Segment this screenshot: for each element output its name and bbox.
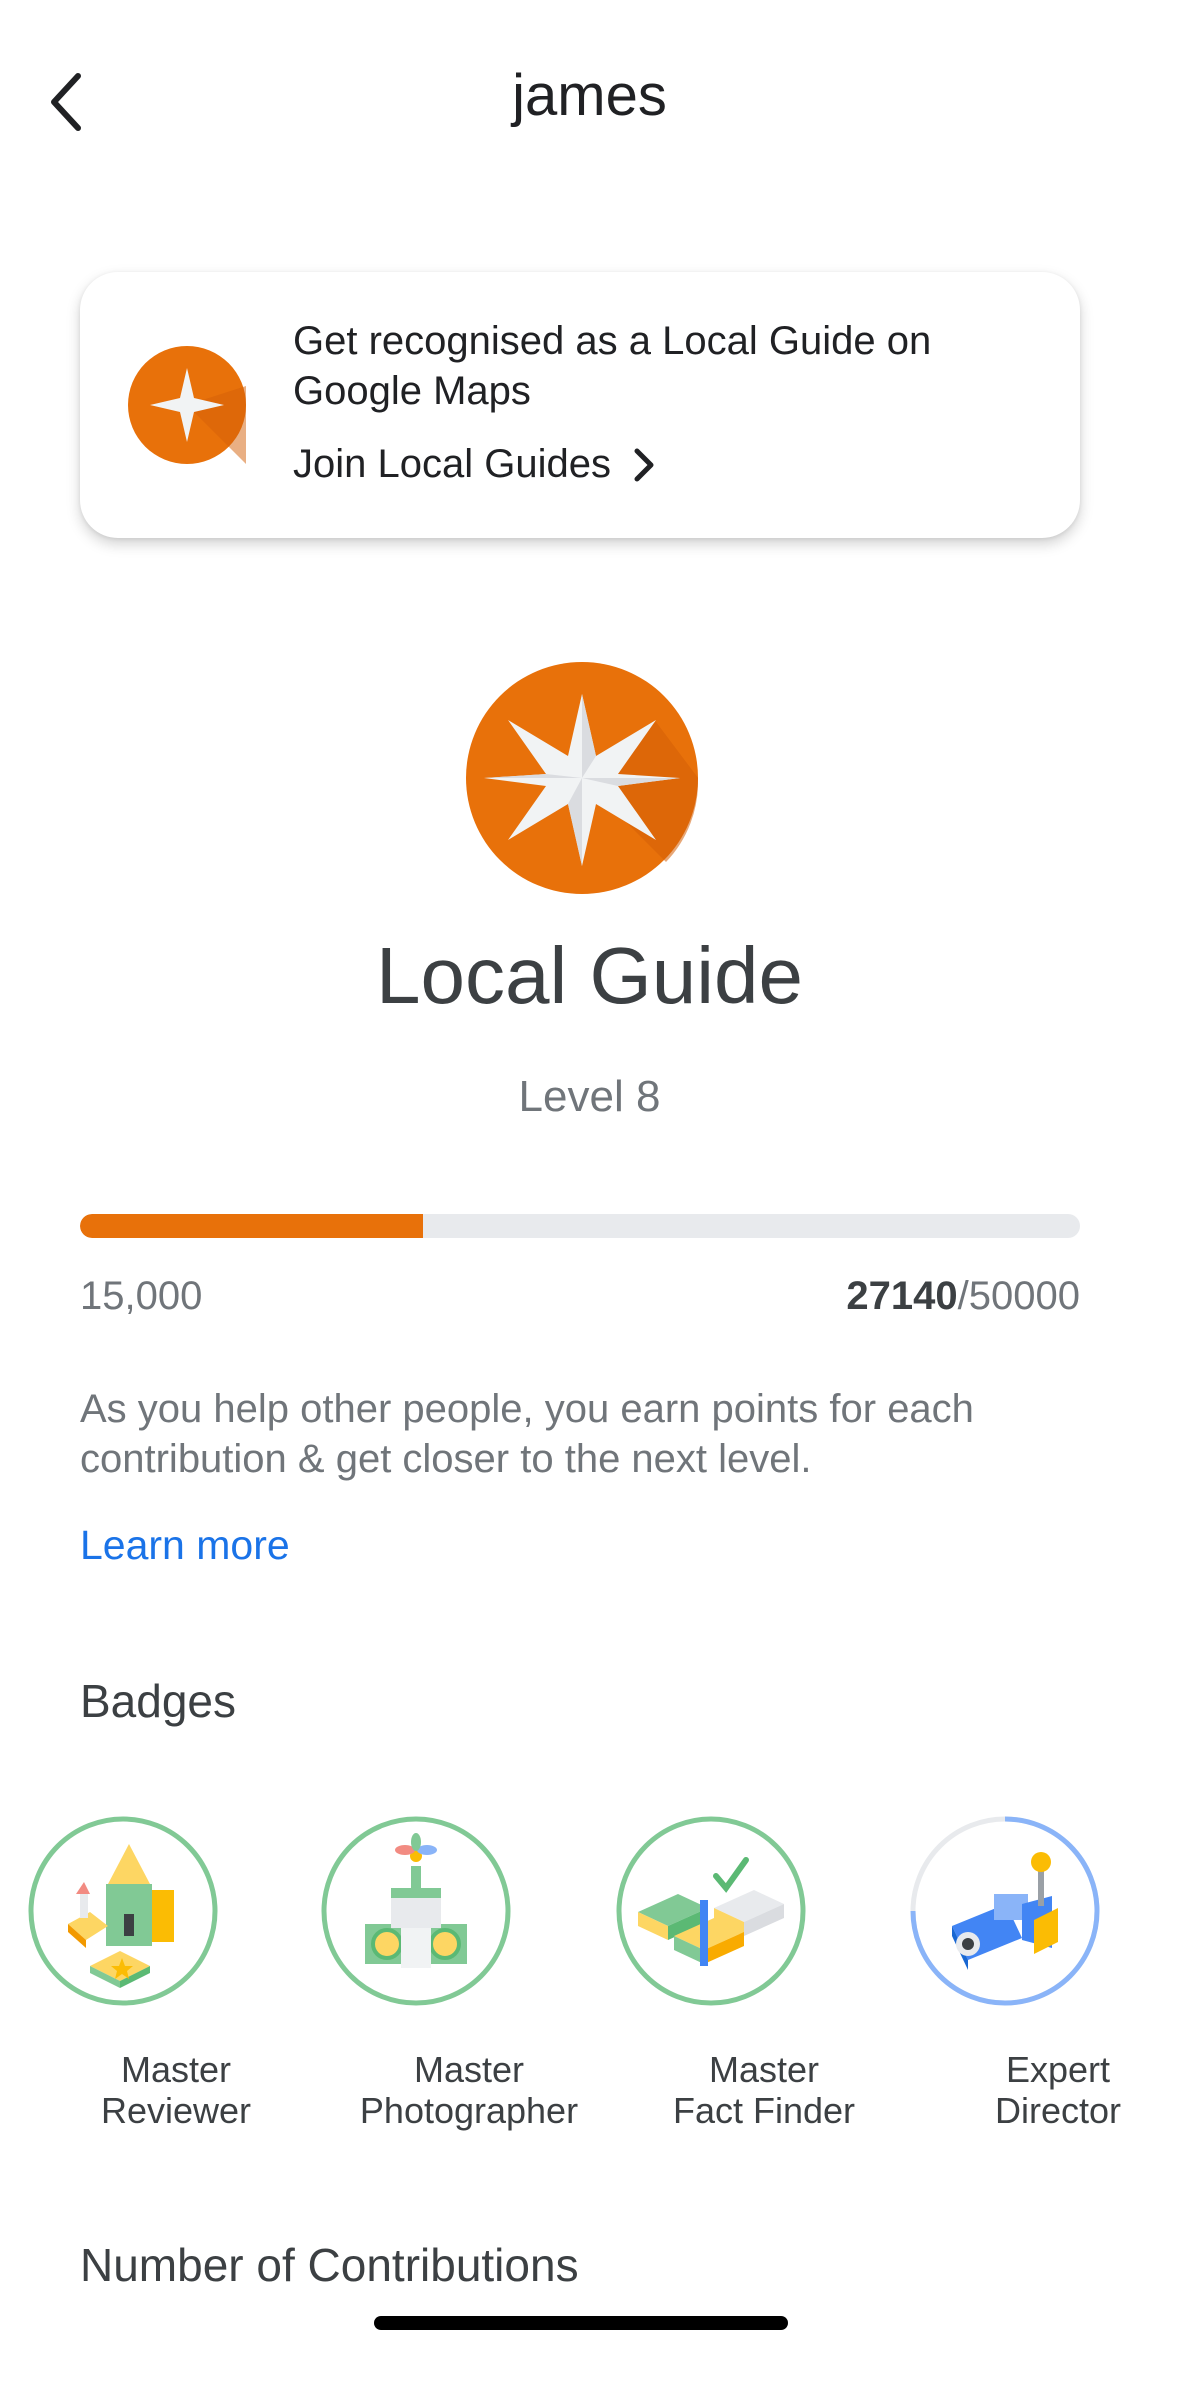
page-title: james bbox=[512, 63, 667, 128]
badge-label: Master Fact Finder bbox=[616, 2049, 912, 2131]
badge-label-line1: Master bbox=[120, 2049, 232, 2090]
badge-label-line1: Master bbox=[413, 2049, 525, 2090]
badge-expert-director[interactable]: Expert Director bbox=[910, 1816, 1179, 2131]
points-value: 27140 bbox=[846, 1274, 958, 1318]
guide-title: Local Guide bbox=[376, 931, 803, 1020]
master-photographer-icon bbox=[321, 1816, 511, 2006]
points-info-text: As you help other people, you earn point… bbox=[80, 1387, 974, 1481]
badge-label-line2: Fact Finder bbox=[672, 2090, 856, 2131]
contributions-section-title: Number of Contributions bbox=[80, 2239, 579, 2291]
badge-label-line2: Director bbox=[994, 2090, 1122, 2131]
guide-level: Level 8 bbox=[518, 1072, 661, 1121]
badges-section-title: Badges bbox=[80, 1675, 237, 1727]
next-level-points: /50000 bbox=[957, 1274, 1080, 1318]
join-local-guides-link[interactable]: Join Local Guides bbox=[293, 442, 655, 487]
badge-label: Expert Director bbox=[910, 2049, 1179, 2131]
local-guide-star-icon bbox=[128, 346, 246, 464]
badge-label-line2: Photographer bbox=[359, 2090, 579, 2131]
level-progress-bar bbox=[80, 1214, 1080, 1238]
points-progress-text: 27140/50000 bbox=[846, 1274, 1080, 1319]
join-local-guides-label: Join Local Guides bbox=[293, 442, 611, 486]
badge-label: Master Reviewer bbox=[28, 2049, 324, 2131]
level-progress-fill bbox=[80, 1214, 423, 1238]
master-fact-finder-icon bbox=[616, 1816, 806, 2006]
badge-master-photographer[interactable]: Master Photographer bbox=[321, 1816, 617, 2131]
badge-label-line2: Reviewer bbox=[100, 2090, 252, 2131]
current-level-points: 15,000 bbox=[80, 1274, 203, 1318]
master-reviewer-icon bbox=[28, 1816, 218, 2006]
badge-label-line1: Expert bbox=[1005, 2049, 1111, 2090]
home-indicator[interactable] bbox=[374, 2316, 788, 2330]
top-bar: james bbox=[0, 0, 1179, 200]
promo-text: Get recognised as a Local Guide on Googl… bbox=[293, 319, 932, 413]
badge-label-line1: Master bbox=[708, 2049, 820, 2090]
badge-master-reviewer[interactable]: Master Reviewer bbox=[28, 1816, 324, 2131]
learn-more-link[interactable]: Learn more bbox=[80, 1522, 290, 1569]
badge-label: Master Photographer bbox=[321, 2049, 617, 2131]
badge-master-fact-finder[interactable]: Master Fact Finder bbox=[616, 1816, 912, 2131]
chevron-right-icon bbox=[634, 448, 654, 481]
join-local-guides-card[interactable]: Get recognised as a Local Guide on Googl… bbox=[80, 272, 1080, 538]
expert-director-icon bbox=[910, 1816, 1100, 2006]
local-guide-badge-icon bbox=[466, 662, 698, 894]
